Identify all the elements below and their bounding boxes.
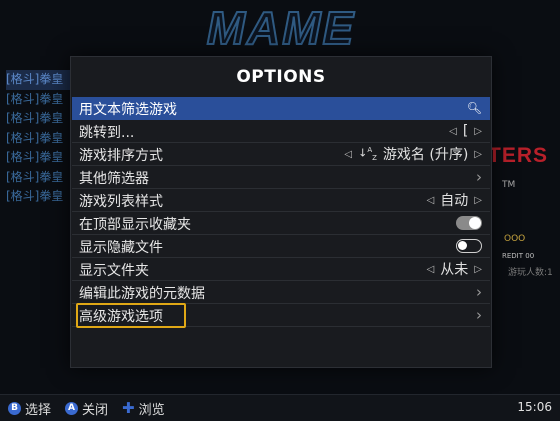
dialog-title: OPTIONS <box>236 67 326 87</box>
menu-item-label: 跳转到... <box>79 125 135 141</box>
arrow-right-icon[interactable]: ▷ <box>474 195 482 206</box>
player-count: 游玩人数:1 <box>508 268 553 278</box>
menu-item-edit-metadata[interactable]: 编辑此游戏的元数据 › <box>72 281 490 304</box>
menu-item-sort-order[interactable]: 游戏排序方式 ◁ ↓AZ 游戏名 (升序) ▷ <box>72 143 490 166</box>
menu-item-jump-to[interactable]: 跳转到... ◁ [ ▷ <box>72 120 490 143</box>
menu-item-value: 从未 <box>440 262 469 278</box>
menu-item-filter-by-text[interactable]: 用文本筛选游戏 🔍︎ <box>72 97 490 120</box>
menu-item-label: 编辑此游戏的元数据 <box>79 286 205 302</box>
menu-item-favorites-on-top[interactable]: 在顶部显示收藏夹 <box>72 212 490 235</box>
search-icon: 🔍︎ <box>466 101 482 115</box>
arrow-right-icon[interactable]: ▷ <box>474 149 482 160</box>
hint-close: A 关闭 <box>65 399 108 418</box>
list-item[interactable]: [格斗]拳皇 <box>6 148 76 168</box>
hint-browse: ✚ 浏览 <box>122 399 165 418</box>
mame-logo-text: MAME <box>207 4 356 52</box>
menu-item-list-style[interactable]: 游戏列表样式 ◁ 自动 ▷ <box>72 189 490 212</box>
menu-item-value: 游戏名 (升序) <box>382 147 469 163</box>
menu-item-show-hidden[interactable]: 显示隐藏文件 <box>72 235 490 258</box>
b-button-icon: B <box>8 401 21 415</box>
artwork-credit: REDIT 00 <box>502 252 535 260</box>
hint-label: 浏览 <box>138 402 165 418</box>
artwork-coins: OOO <box>504 234 526 244</box>
menu-item-advanced-options[interactable]: 高级游戏选项 › <box>72 303 490 328</box>
arrow-left-icon[interactable]: ◁ <box>449 126 457 137</box>
options-menu: 用文本筛选游戏 🔍︎ 跳转到... ◁ [ ▷ 游戏排序方式 ◁ ↓AZ 游戏名… <box>72 97 490 328</box>
menu-item-label: 显示隐藏文件 <box>79 240 163 256</box>
arrow-left-icon[interactable]: ◁ <box>344 149 352 160</box>
menu-item-label: 在顶部显示收藏夹 <box>79 217 191 233</box>
list-item[interactable]: [格斗]拳皇 <box>6 168 76 188</box>
arrow-right-icon[interactable]: ▷ <box>474 126 482 137</box>
arrow-left-icon[interactable]: ◁ <box>427 195 435 206</box>
game-artwork: TERS TM OOO REDIT 00 <box>488 56 560 276</box>
list-item[interactable]: [格斗]拳皇 <box>6 109 76 129</box>
arrow-right-icon[interactable]: ▷ <box>474 264 482 275</box>
list-item[interactable]: [格斗]拳皇 <box>6 129 76 149</box>
chevron-right-icon: › <box>476 168 482 186</box>
help-bar: B 选择 A 关闭 ✚ 浏览 15:06 <box>0 394 560 421</box>
favorites-toggle[interactable] <box>456 216 482 230</box>
menu-item-label: 其他筛选器 <box>79 171 149 187</box>
dpad-icon: ✚ <box>122 398 135 417</box>
options-dialog: OPTIONS 用文本筛选游戏 🔍︎ 跳转到... ◁ [ ▷ 游戏排序方式 ◁… <box>70 56 492 368</box>
clock: 15:06 <box>517 400 552 414</box>
artwork-tm: TM <box>502 180 516 190</box>
artwork-title: TERS <box>488 144 549 167</box>
a-button-icon: A <box>65 401 79 415</box>
menu-item-label: 游戏列表样式 <box>79 194 163 210</box>
menu-item-label: 显示文件夹 <box>79 263 149 279</box>
background-game-list: [格斗]拳皇 [格斗]拳皇 [格斗]拳皇 [格斗]拳皇 [格斗]拳皇 [格斗]拳… <box>6 70 76 207</box>
hint-select: B 选择 <box>8 399 51 418</box>
mame-logo: MAME <box>206 4 356 52</box>
menu-item-other-filters[interactable]: 其他筛选器 › <box>72 166 490 189</box>
menu-item-show-folders[interactable]: 显示文件夹 ◁ 从未 ▷ <box>72 258 490 281</box>
menu-item-label: 用文本筛选游戏 <box>79 102 177 118</box>
list-item[interactable]: [格斗]拳皇 <box>6 187 76 207</box>
list-item[interactable]: [格斗]拳皇 <box>6 70 76 90</box>
sort-az-icon: ↓AZ <box>358 145 377 162</box>
show-hidden-toggle[interactable] <box>456 239 482 253</box>
menu-item-label: 高级游戏选项 <box>79 309 163 325</box>
chevron-right-icon: › <box>476 306 482 324</box>
arrow-left-icon[interactable]: ◁ <box>427 264 435 275</box>
menu-item-value: 自动 <box>440 193 469 209</box>
list-item[interactable]: [格斗]拳皇 <box>6 90 76 110</box>
chevron-right-icon: › <box>476 283 482 301</box>
menu-item-value: [ <box>462 123 469 139</box>
hint-label: 选择 <box>25 402 52 418</box>
menu-item-label: 游戏排序方式 <box>79 148 163 164</box>
hint-label: 关闭 <box>82 402 109 418</box>
